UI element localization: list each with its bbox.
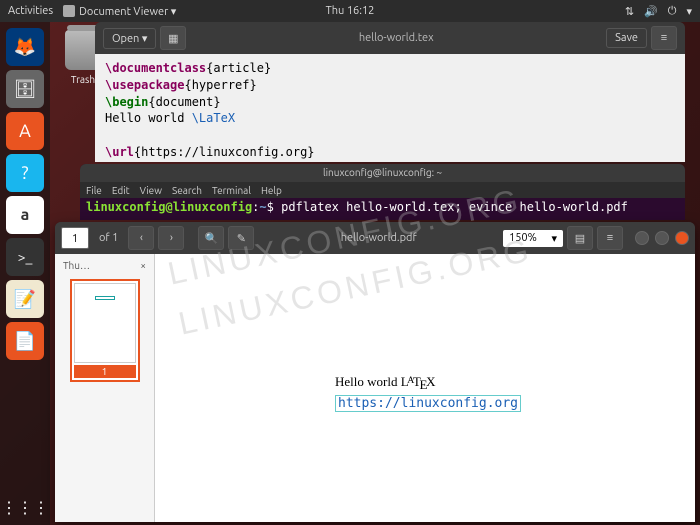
sidebar-mode-label[interactable]: Thu… — [63, 260, 90, 271]
zoom-select[interactable]: 150% ▾ — [503, 230, 563, 247]
gedit-window: Open ▾ ▦ hello-world.tex Save ≡ \documen… — [95, 22, 685, 162]
terminal-content[interactable]: linuxconfig@linuxconfig:~$ pdflatex hell… — [80, 198, 685, 216]
thumbnails-sidebar: Thu… × 1 — [55, 254, 155, 522]
editor-content[interactable]: \documentclass{article} \usepackage{hype… — [95, 54, 685, 162]
launcher-amazon[interactable]: a — [6, 196, 44, 234]
window-maximize-button[interactable] — [655, 231, 669, 245]
chevron-down-icon: ▾ — [551, 232, 557, 245]
window-minimize-button[interactable] — [635, 231, 649, 245]
launcher-firefox[interactable]: 🦊 — [6, 28, 44, 66]
prompt-user: linuxconfig@linuxconfig — [86, 200, 252, 214]
pdf-viewport[interactable]: Hello world LATEX https://linuxconfig.or… — [155, 254, 695, 522]
volume-icon[interactable]: 🔊 — [644, 5, 658, 18]
prev-page-button[interactable]: ‹ — [128, 226, 154, 250]
menu-terminal[interactable]: Terminal — [212, 185, 251, 196]
launcher-document-viewer[interactable]: 📄 — [6, 322, 44, 360]
menu-help[interactable]: Help — [261, 185, 282, 196]
annotate-button[interactable]: ✎ — [228, 226, 254, 250]
search-icon: 🔍 — [205, 232, 219, 245]
hamburger-menu-button[interactable]: ≡ — [651, 26, 677, 50]
network-icon[interactable]: ⇅ — [625, 5, 634, 18]
menu-file[interactable]: File — [86, 185, 102, 196]
search-button[interactable]: 🔍 — [198, 226, 224, 250]
launcher-dock: 🦊 🗄 A ? a >_ 📝 📄 ⋮⋮⋮ — [0, 22, 50, 525]
app-menu[interactable]: Document Viewer ▾ — [63, 5, 176, 18]
evince-title: hello-world.pdf — [258, 232, 499, 244]
launcher-text-editor[interactable]: 📝 — [6, 280, 44, 318]
menu-search[interactable]: Search — [172, 185, 202, 196]
new-tab-button[interactable]: ▦ — [160, 26, 186, 50]
page-number-input[interactable]: 1 — [61, 227, 89, 249]
open-button[interactable]: Open ▾ — [103, 28, 156, 49]
menu-edit[interactable]: Edit — [112, 185, 130, 196]
activities-button[interactable]: Activities — [8, 5, 53, 17]
hamburger-menu-button[interactable]: ≡ — [597, 226, 623, 250]
thumbnail-page-number: 1 — [74, 365, 136, 378]
launcher-terminal[interactable]: >_ — [6, 238, 44, 276]
gedit-title: hello-world.tex — [186, 32, 606, 44]
save-button[interactable]: Save — [606, 28, 647, 48]
window-close-button[interactable] — [675, 231, 689, 245]
chevron-down-icon[interactable]: ▾ — [686, 5, 692, 18]
launcher-help[interactable]: ? — [6, 154, 44, 192]
terminal-window: linuxconfig@linuxconfig: ~ File Edit Vie… — [80, 164, 685, 220]
menu-view[interactable]: View — [140, 185, 162, 196]
document-viewer-icon — [63, 5, 75, 17]
page-total-label: of 1 — [99, 232, 118, 244]
command-text: pdflatex hello-world.tex; evince hello-w… — [281, 200, 628, 214]
page-thumbnail[interactable]: 1 — [70, 279, 140, 382]
pdf-text-line1: Hello world LATEX — [335, 374, 521, 393]
launcher-software[interactable]: A — [6, 112, 44, 150]
close-sidebar-button[interactable]: × — [140, 260, 146, 271]
evince-window: 1 of 1 ‹ › 🔍 ✎ hello-world.pdf 150% ▾ ▤ … — [55, 222, 695, 522]
next-page-button[interactable]: › — [158, 226, 184, 250]
terminal-title: linuxconfig@linuxconfig: ~ — [80, 164, 685, 182]
view-options-button[interactable]: ▤ — [567, 226, 593, 250]
prompt-path: ~ — [259, 200, 266, 214]
launcher-files[interactable]: 🗄 — [6, 70, 44, 108]
show-applications-button[interactable]: ⋮⋮⋮ — [0, 498, 50, 517]
terminal-menubar: File Edit View Search Terminal Help — [80, 182, 685, 198]
clock[interactable]: Thu 16:12 — [326, 5, 375, 17]
power-icon[interactable]: ⏻ — [668, 5, 677, 18]
pdf-url-link[interactable]: https://linuxconfig.org — [335, 395, 521, 412]
